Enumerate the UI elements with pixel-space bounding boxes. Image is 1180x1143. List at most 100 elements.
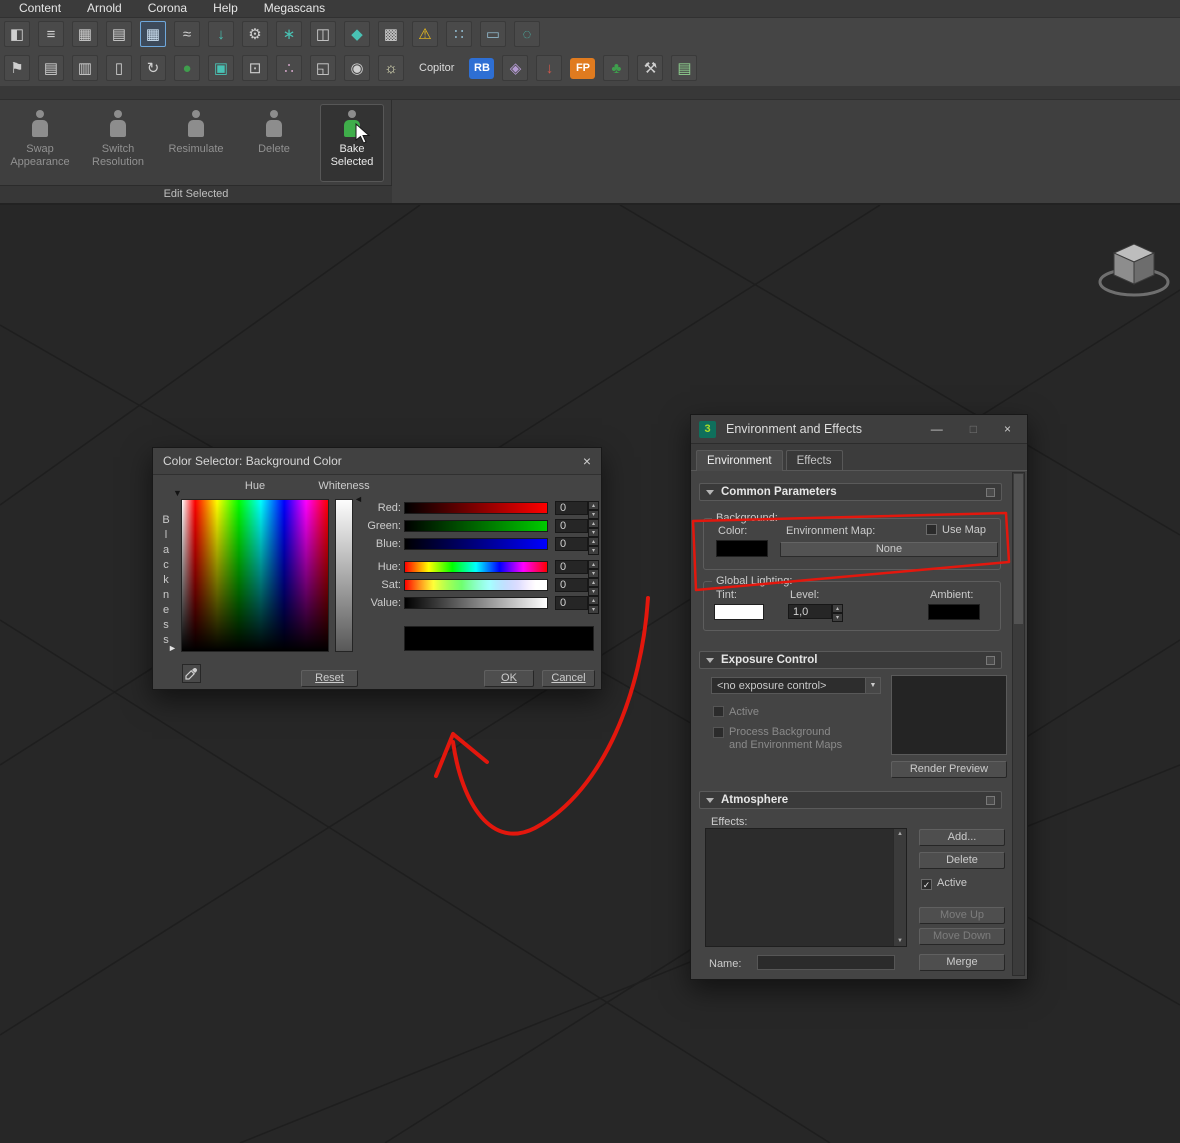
diamond-tool-icon[interactable]: ◈ [502,55,529,81]
spinner-hue[interactable]: 0 ▴ ▾ [555,560,599,578]
spinner-arrows[interactable]: ▴ ▾ [588,537,599,555]
scroll-down-icon[interactable]: ▼ [897,938,903,944]
ribbon-tool-bake-selected[interactable]: Bake Selected [320,104,384,182]
dialog-scrollbar[interactable] [1012,472,1025,976]
spinner-arrows[interactable]: ▴ ▾ [588,501,599,519]
tools-icon[interactable]: ⚒ [637,55,664,81]
delete-button[interactable]: Delete [919,852,1005,869]
menu-content[interactable]: Content [6,0,74,17]
screen-icon[interactable]: ⊡ [242,55,268,81]
effects-list[interactable]: ▲ ▼ [705,828,907,947]
slider-red[interactable] [404,502,548,514]
lightbulb-icon[interactable]: ☼ [378,55,404,81]
menu-help[interactable]: Help [200,0,251,17]
spinner-arrows[interactable]: ▴ ▾ [832,604,843,622]
minimize-icon[interactable]: — [931,422,943,436]
drop-arrow-icon[interactable]: ↓ [536,55,563,81]
ribbon-tool-switch-resolution[interactable]: Switch Resolution [86,104,150,182]
camera-view-icon[interactable]: ◉ [344,55,370,81]
window-copy-icon[interactable]: ◱ [310,55,336,81]
scroll-up-icon[interactable]: ▲ [897,831,903,837]
dot-circle-icon[interactable]: ◌ [514,21,540,47]
spinner-blue[interactable]: 0 ▴ ▾ [555,537,599,555]
eyedropper-button[interactable] [182,664,201,683]
spinner-arrows[interactable]: ▴ ▾ [588,519,599,537]
slider-blue[interactable] [404,538,548,550]
menu-corona[interactable]: Corona [135,0,200,17]
rollout-pin-icon[interactable] [986,655,995,665]
rollout-pin-icon[interactable] [986,795,995,805]
fp-button[interactable]: FP [570,57,596,79]
spinner-red[interactable]: 0 ▴ ▾ [555,501,599,519]
checkbox-icon[interactable] [713,706,724,717]
tab-environment[interactable]: Environment [696,450,783,471]
close-icon[interactable]: × [583,453,591,469]
copitor-button[interactable]: Copitor [412,62,461,74]
atmosphere-active-checkbox[interactable]: ✓ Active [921,877,967,890]
use-map-checkbox[interactable]: Use Map [926,524,986,536]
exposure-active-checkbox[interactable]: Active [713,706,759,718]
spinner-arrows[interactable]: ▴ ▾ [588,578,599,596]
reset-button[interactable]: Reset [301,670,358,687]
spin-up-icon[interactable]: ▴ [832,604,843,613]
spinner-sat[interactable]: 0 ▴ ▾ [555,578,599,596]
move-down-button[interactable]: Move Down [919,928,1005,945]
checkbox-icon[interactable] [926,524,937,535]
rollout-common-parameters[interactable]: Common Parameters [699,483,1002,501]
chevron-down-icon[interactable]: ▼ [865,678,880,693]
device-icon[interactable]: ▯ [106,55,132,81]
spinner-green[interactable]: 0 ▴ ▾ [555,519,599,537]
key-tool-icon[interactable]: ∗ [276,21,302,47]
gear-arrow-icon[interactable]: ⚙ [242,21,268,47]
list-green-icon[interactable]: ▤ [671,55,698,81]
image-icon[interactable]: ▣ [208,55,234,81]
align-list-icon[interactable]: ≡ [38,21,64,47]
view-gizmo[interactable] [1094,236,1174,307]
slider-value[interactable] [404,597,548,609]
slider-sat[interactable] [404,579,548,591]
list-scrollbar[interactable]: ▲ ▼ [893,829,906,946]
slider-hue[interactable] [404,561,548,573]
flag-icon[interactable]: ⚑ [4,55,30,81]
ok-button[interactable]: OK [484,670,534,687]
ruler-icon[interactable]: ▭ [480,21,506,47]
spinner-value[interactable]: 0 ▴ ▾ [555,596,599,614]
spinner-arrows[interactable]: ▴ ▾ [588,560,599,578]
checkbox-checked-icon[interactable]: ✓ [921,879,932,890]
tree-icon[interactable]: ♣ [603,55,630,81]
menu-megascans[interactable]: Megascans [251,0,338,17]
rb-button[interactable]: RB [469,57,495,79]
layer-manager-icon[interactable]: ▤ [106,21,132,47]
rollout-exposure-control[interactable]: Exposure Control [699,651,1002,669]
rollout-pin-icon[interactable] [986,487,995,497]
stats-icon[interactable]: ▥ [72,55,98,81]
background-color-swatch[interactable] [716,540,768,557]
reset-loop-icon[interactable]: ↻ [140,55,166,81]
environment-map-button[interactable]: None [780,542,998,557]
render-table-icon[interactable]: ◫ [310,21,336,47]
slider-green[interactable] [404,520,548,532]
menu-arnold[interactable]: Arnold [74,0,135,17]
warning-icon[interactable]: ⚠ [412,21,438,47]
viewport-config-icon[interactable]: ◧ [4,21,30,47]
ribbon-tool-resimulate[interactable]: Resimulate [164,104,228,182]
process-background-checkbox[interactable]: Process Background and Environment Maps [713,726,842,752]
grid-panel-icon[interactable]: ▦ [140,21,166,47]
render-preview-button[interactable]: Render Preview [891,761,1007,778]
hue-blackness-gradient[interactable] [181,499,329,652]
pointer-star-icon[interactable]: ◆ [344,21,370,47]
scrollbar-thumb[interactable] [1014,474,1023,624]
environment-titlebar[interactable]: 3 Environment and Effects — □ × [691,415,1027,444]
merge-button[interactable]: Merge [919,954,1005,971]
ambient-swatch[interactable] [928,604,980,620]
ribbon-tool-swap-appearance[interactable]: Swap Appearance [8,104,72,182]
cancel-button[interactable]: Cancel [542,670,595,687]
table-view-icon[interactable]: ▦ [72,21,98,47]
level-spinner[interactable]: 1,0 ▴ ▾ [788,604,843,622]
add-button[interactable]: Add... [919,829,1005,846]
grid-blocks-icon[interactable]: ▩ [378,21,404,47]
book-icon[interactable]: ▤ [38,55,64,81]
spin-down-icon[interactable]: ▾ [832,613,843,622]
color-selector-titlebar[interactable]: Color Selector: Background Color × [153,448,601,475]
node-graph-icon[interactable]: ∴ [276,55,302,81]
